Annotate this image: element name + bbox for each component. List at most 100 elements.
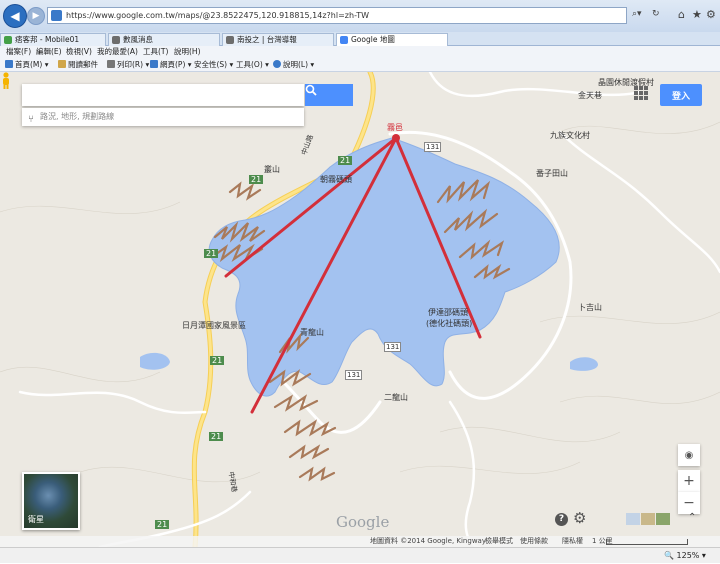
location-icon: ◉: [684, 449, 694, 461]
google-logo: Google: [336, 513, 390, 531]
directions-placeholder: 路況, 地形, 規劃路線: [40, 112, 115, 121]
expand-icon[interactable]: ⌃: [688, 512, 696, 523]
tab-favicon-icon: [340, 36, 348, 44]
home-icon: [5, 60, 13, 68]
search-button[interactable]: [305, 84, 353, 106]
route-131-badge: 131: [384, 342, 402, 352]
map-data-credit: 地圖資料 ©2014 Google, Kingway: [370, 537, 486, 545]
label-buji: 卜吉山: [578, 303, 602, 312]
site-favicon-icon: [51, 10, 62, 21]
tab-google-maps[interactable]: Google 地圖: [336, 33, 448, 46]
label-ita2: (德化社碼頭): [426, 319, 473, 328]
address-bar: ◀ ▶ https://www.google.com.tw/maps/@23.8…: [0, 0, 720, 32]
my-location-button[interactable]: ◉: [678, 444, 700, 466]
directions-icon: ⑂: [28, 114, 34, 125]
zoom-control[interactable]: 🔍 125% ▾: [664, 548, 706, 564]
label-jiuzu: 九族文化村: [550, 131, 590, 140]
help-command[interactable]: 說明(L) ▾: [273, 58, 314, 72]
label-erlong: 二龍山: [384, 393, 408, 402]
minus-icon: −: [683, 495, 695, 511]
zoom-level: 125%: [676, 551, 700, 560]
route-21-badge: 21: [204, 249, 219, 258]
search-icon: [305, 84, 317, 96]
help-icon: [273, 60, 281, 68]
tab-favicon-icon: [112, 36, 120, 44]
favorites-star-icon[interactable]: ★: [692, 8, 702, 21]
route-131-badge: 131: [345, 370, 363, 380]
print-command[interactable]: 列印(R) ▾: [107, 58, 149, 72]
url-field[interactable]: https://www.google.com.tw/maps/@23.85224…: [47, 7, 627, 24]
layer-thumb[interactable]: [626, 513, 640, 525]
page-command[interactable]: 網頁(P) ▾: [150, 58, 192, 72]
route-131-badge: 131: [424, 142, 442, 152]
route-21-badge: 21: [249, 175, 264, 184]
pegman-icon[interactable]: [0, 72, 12, 90]
label-hanlin: 霧邑: [387, 123, 403, 132]
tab-taiwan-news[interactable]: 南投之 | 台灣導報: [222, 33, 334, 46]
search-dropdown-icon[interactable]: ⌕▾: [632, 9, 642, 19]
small-pond: [140, 352, 170, 370]
small-pond: [570, 357, 598, 371]
status-bar: 🔍 125% ▾: [0, 547, 720, 563]
terms-link[interactable]: 使用條款: [520, 536, 548, 547]
satellite-label: 衛星: [28, 515, 44, 524]
label-jintian: 金天巷: [578, 91, 602, 100]
print-icon: [107, 60, 115, 68]
back-button[interactable]: ◀: [3, 4, 27, 28]
route-21-badge: 21: [338, 156, 353, 165]
label-fanzi: 番子田山: [536, 169, 568, 178]
home-command[interactable]: 首頁(M) ▾: [5, 58, 48, 72]
home-icon[interactable]: ⌂: [678, 8, 685, 21]
menu-view[interactable]: 檢視(V): [66, 46, 92, 58]
directions-input[interactable]: ⑂ 路況, 地形, 規劃路線: [22, 108, 304, 126]
apps-grid-icon[interactable]: [634, 86, 648, 100]
menu-edit[interactable]: 編輯(E): [36, 46, 62, 58]
menu-tools[interactable]: 工具(T): [143, 46, 168, 58]
zoom-out-button[interactable]: −: [678, 492, 700, 514]
privacy-link[interactable]: 隱私權: [562, 536, 583, 547]
menu-favorites[interactable]: 我的最愛(A): [97, 46, 138, 58]
mail-icon: [58, 60, 66, 68]
route-21-badge: 21: [210, 356, 225, 365]
zoom-in-button[interactable]: +: [678, 470, 700, 492]
report-link[interactable]: 檢舉模式: [485, 536, 513, 547]
tools-command[interactable]: 工具(O) ▾: [236, 58, 269, 72]
tab-favicon-icon: [226, 36, 234, 44]
satellite-toggle[interactable]: 衛星: [22, 472, 80, 530]
page-icon: [150, 60, 158, 68]
menu-file[interactable]: 檔案(F): [6, 46, 31, 58]
tab-news[interactable]: 數風消息: [108, 33, 220, 46]
settings-icon[interactable]: ⚙: [573, 509, 586, 527]
route-21-badge: 21: [209, 432, 224, 441]
route-21-badge: 21: [155, 520, 170, 529]
tab-strip: 痞客邦 - Mobile01 數風消息 南投之 | 台灣導報 Google 地圖: [0, 32, 720, 46]
signin-button[interactable]: 登入: [660, 84, 702, 106]
label-shanshan: 叢山: [264, 165, 280, 174]
label-chaowu: 朝霧碼頭: [320, 175, 352, 184]
tab-mobile01[interactable]: 痞客邦 - Mobile01: [0, 33, 106, 46]
layer-thumb[interactable]: [656, 513, 670, 525]
forward-button[interactable]: ▶: [27, 7, 45, 25]
menu-help[interactable]: 說明(H): [174, 46, 201, 58]
refresh-icon[interactable]: ↻: [652, 9, 660, 19]
safety-command[interactable]: 安全性(S) ▾: [194, 58, 233, 72]
label-qinglong: 青龍山: [300, 328, 324, 337]
map-graphic: [0, 72, 720, 547]
location-marker: [392, 134, 400, 142]
label-ita: 伊達邵碼頭: [428, 308, 468, 317]
url-text: https://www.google.com.tw/maps/@23.85224…: [66, 11, 370, 20]
scale-bar: [606, 539, 688, 545]
command-bar: 首頁(M) ▾ 閱讀郵件 列印(R) ▾ 網頁(P) ▾ 安全性(S) ▾ 工具…: [0, 58, 720, 72]
menu-bar: 檔案(F) 編輯(E) 檢視(V) 我的最愛(A) 工具(T) 說明(H): [0, 46, 720, 58]
layer-thumb[interactable]: [641, 513, 655, 525]
map-footer: 地圖資料 ©2014 Google, Kingway 檢舉模式 使用條款 隱私權…: [0, 536, 720, 547]
layer-thumbnails[interactable]: [626, 513, 670, 525]
map-canvas[interactable]: 晶園休閒渡假村 金天巷 九族文化村 番子田山 霧邑 叢山 朝霧碼頭 日月潭國家風…: [0, 72, 720, 547]
settings-gear-icon[interactable]: ⚙: [706, 8, 716, 21]
plus-icon: +: [683, 473, 695, 489]
read-mail-command[interactable]: 閱讀郵件: [58, 58, 98, 72]
search-input[interactable]: [22, 84, 304, 106]
tab-favicon-icon: [4, 36, 12, 44]
help-icon[interactable]: ?: [555, 513, 568, 526]
label-sunmoon: 日月潭國家風景區: [182, 321, 246, 330]
